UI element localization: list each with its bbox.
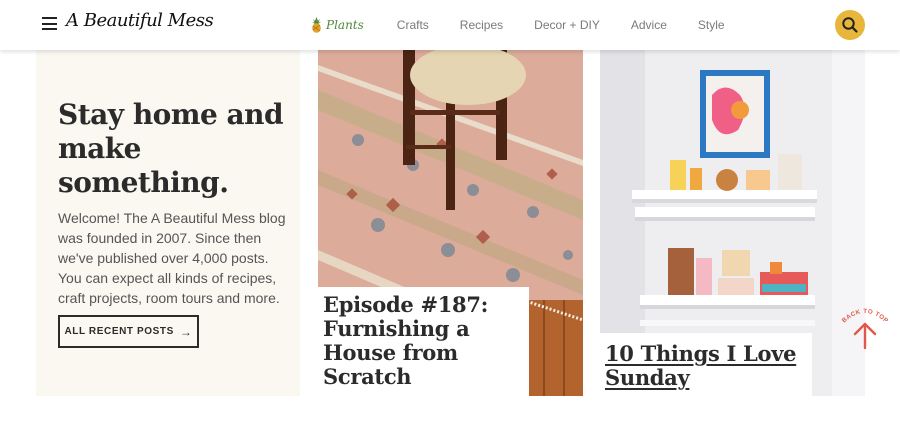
hamburger-icon[interactable] bbox=[42, 17, 57, 30]
search-icon bbox=[842, 17, 858, 33]
back-to-top-button[interactable]: BACK TO TOP bbox=[838, 304, 890, 352]
post-card-title-box: Episode #187: Furnishing a House from Sc… bbox=[318, 287, 529, 396]
arrow-up-icon bbox=[853, 322, 877, 350]
nav-item-plants[interactable]: Plants bbox=[310, 17, 364, 33]
post-card-10-things[interactable]: 10 Things I Love Sunday bbox=[600, 50, 865, 396]
site-header: A Beautiful Mess Plants Crafts Recipes D… bbox=[0, 0, 900, 50]
pineapple-icon bbox=[312, 17, 321, 33]
site-logo[interactable]: A Beautiful Mess bbox=[66, 10, 214, 31]
main-nav: Plants Crafts Recipes Decor + DIY Advice… bbox=[310, 0, 756, 50]
all-recent-posts-label: ALL RECENT POSTS bbox=[64, 326, 174, 337]
hero-title: Stay home and make something. bbox=[58, 98, 284, 199]
post-card-title-box: 10 Things I Love Sunday bbox=[600, 333, 812, 396]
post-card-title[interactable]: Episode #187: Furnishing a House from Sc… bbox=[323, 293, 523, 389]
arrow-right-icon: → bbox=[179, 324, 193, 339]
nav-item-decor-diy[interactable]: Decor + DIY bbox=[534, 18, 600, 32]
post-card-episode-187[interactable]: Episode #187: Furnishing a House from Sc… bbox=[318, 50, 583, 396]
nav-item-advice[interactable]: Advice bbox=[631, 18, 667, 32]
nav-item-recipes[interactable]: Recipes bbox=[460, 18, 503, 32]
nav-plants-label: Plants bbox=[326, 18, 364, 32]
nav-item-crafts[interactable]: Crafts bbox=[397, 18, 429, 32]
post-card-title[interactable]: 10 Things I Love Sunday bbox=[605, 342, 810, 390]
nav-item-style[interactable]: Style bbox=[698, 18, 725, 32]
search-button[interactable] bbox=[835, 10, 865, 40]
all-recent-posts-button[interactable]: ALL RECENT POSTS → bbox=[58, 315, 199, 348]
hero-panel: Stay home and make something. Welcome! T… bbox=[36, 50, 300, 396]
hero-description: Welcome! The A Beautiful Mess blog was f… bbox=[58, 210, 286, 306]
